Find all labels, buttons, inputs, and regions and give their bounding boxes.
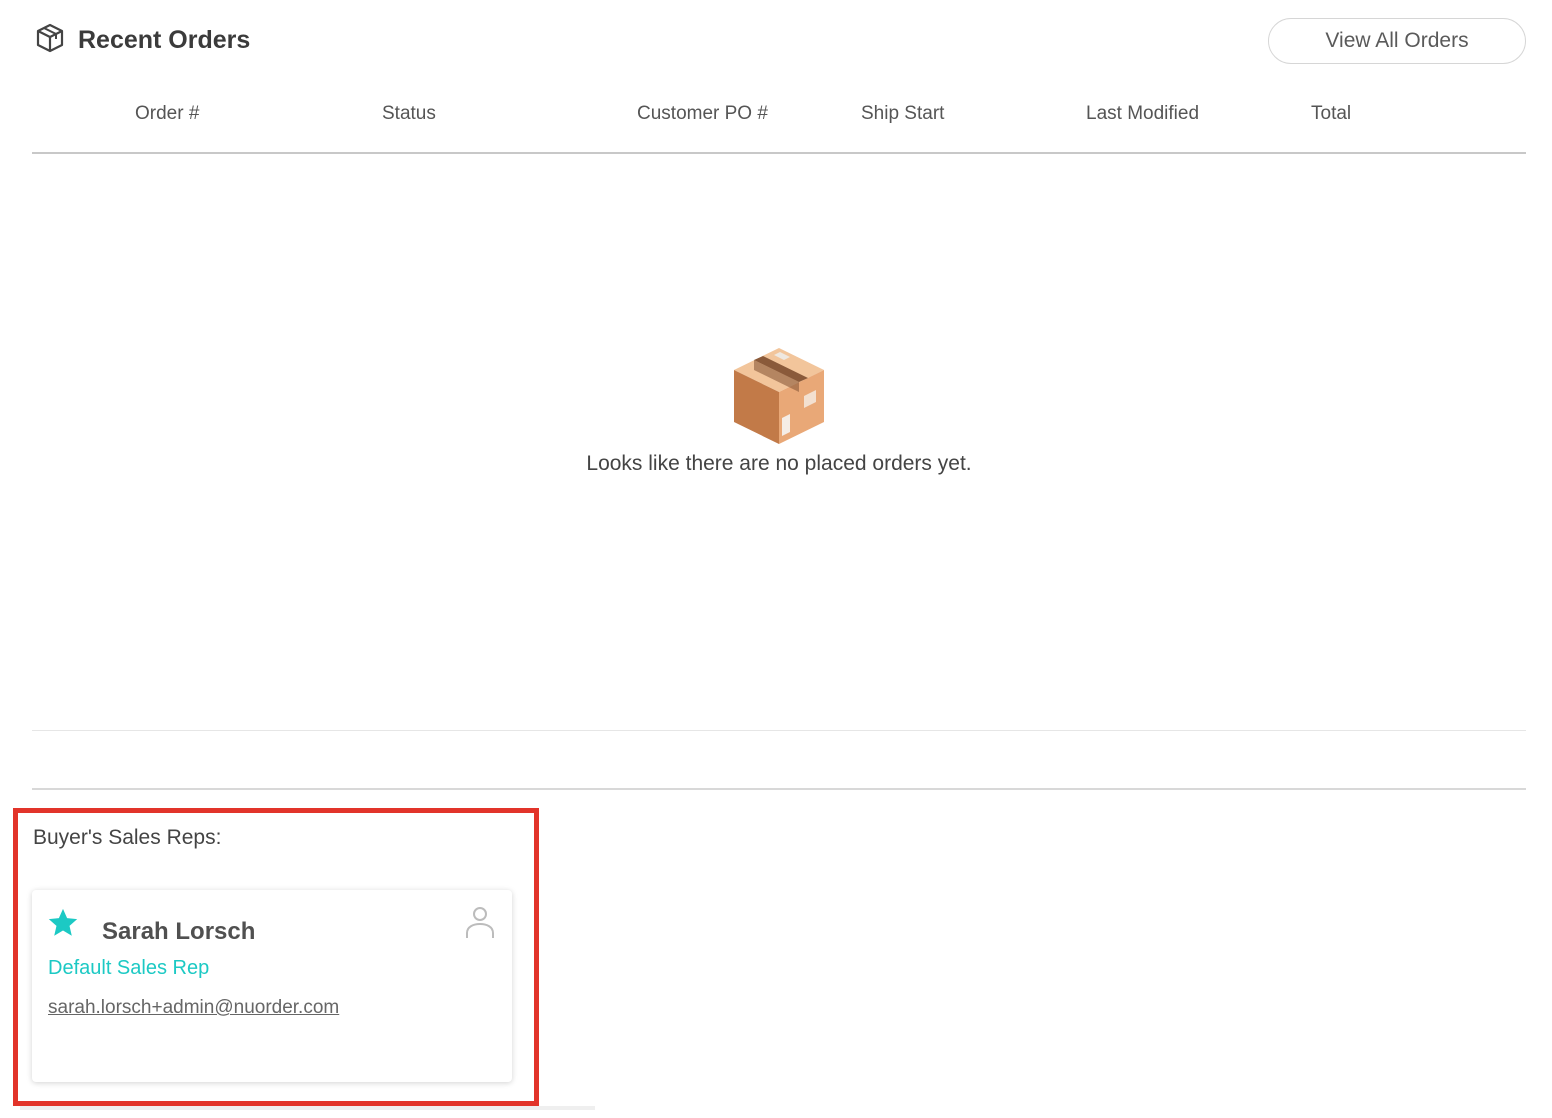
column-header-total[interactable]: Total — [1311, 103, 1351, 125]
column-header-ship-start[interactable]: Ship Start — [861, 103, 944, 125]
section-bottom-edge — [20, 1106, 595, 1110]
star-icon — [46, 906, 80, 940]
page-title: Recent Orders — [78, 26, 251, 54]
orders-table-header: Order # Status Customer PO # Ship Start … — [32, 95, 1526, 154]
column-header-status[interactable]: Status — [382, 103, 436, 125]
cardboard-box-icon — [32, 340, 1526, 450]
sales-rep-email-link[interactable]: sarah.lorsch+admin@nuorder.com — [48, 997, 339, 1019]
sales-rep-card[interactable]: Sarah Lorsch Default Sales Rep sarah.lor… — [32, 890, 512, 1082]
view-all-orders-button[interactable]: View All Orders — [1268, 18, 1526, 64]
page: Recent Orders View All Orders Order # St… — [0, 0, 1552, 1118]
section-divider — [32, 730, 1526, 731]
header-title-group: Recent Orders — [34, 22, 250, 59]
column-header-last-modified[interactable]: Last Modified — [1086, 103, 1199, 125]
column-header-customer-po[interactable]: Customer PO # — [637, 103, 768, 125]
recent-orders-header: Recent Orders View All Orders — [32, 18, 1526, 68]
sales-reps-title: Buyer's Sales Reps: — [33, 826, 222, 849]
empty-state-message: Looks like there are no placed orders ye… — [586, 452, 972, 475]
package-outline-icon — [34, 22, 66, 59]
column-header-order-number[interactable]: Order # — [135, 103, 199, 125]
person-outline-icon — [464, 904, 496, 940]
sales-rep-name: Sarah Lorsch — [102, 918, 256, 945]
sales-rep-role: Default Sales Rep — [48, 957, 210, 979]
section-divider — [32, 788, 1526, 790]
empty-orders-state: Looks like there are no placed orders ye… — [32, 340, 1526, 476]
